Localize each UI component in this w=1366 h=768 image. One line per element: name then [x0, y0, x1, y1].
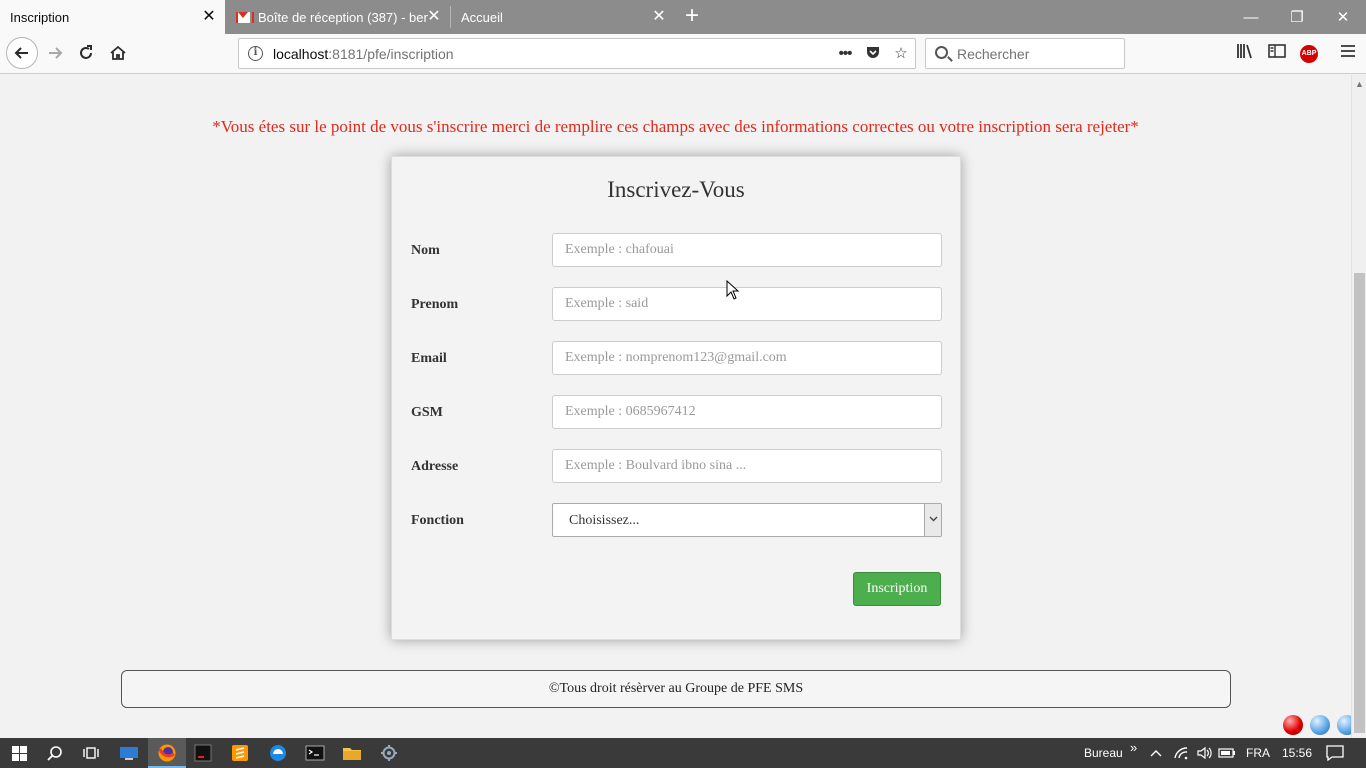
scroll-up-icon[interactable]: ▲ — [1355, 79, 1364, 89]
form-title: Inscrivez-Vous — [607, 177, 745, 202]
back-button[interactable] — [6, 37, 38, 69]
back-arrow-icon — [14, 47, 28, 59]
language-indicator[interactable]: FRA — [1246, 746, 1270, 760]
toolbar-expand-icon[interactable]: » — [1130, 740, 1137, 755]
tab-accueil[interactable]: Accueil ✕ — [451, 0, 675, 34]
tab-label: Accueil — [461, 9, 503, 25]
scroll-thumb[interactable] — [1354, 273, 1365, 733]
url-text: localhost:8181/pfe/inscription — [273, 46, 454, 62]
nom-input[interactable] — [552, 233, 942, 267]
bookmark-star-icon[interactable]: ☆ — [891, 44, 911, 64]
sidebar-icon[interactable] — [1266, 43, 1288, 65]
search-icon[interactable] — [44, 742, 66, 764]
battery-icon[interactable] — [1216, 742, 1238, 764]
wifi-icon[interactable] — [1170, 742, 1192, 764]
adresse-input[interactable] — [552, 449, 942, 483]
clock[interactable]: 15:56 — [1282, 746, 1312, 760]
url-path: :8181/pfe/inscription — [328, 46, 454, 62]
close-window-button[interactable]: ✕ — [1320, 0, 1366, 34]
tab-bar: Inscription ✕ Boîte de réception (387) -… — [0, 0, 1366, 34]
tab-inscription[interactable]: Inscription ✕ — [0, 0, 225, 34]
tab-label: Inscription — [10, 9, 70, 25]
windows-start-icon[interactable] — [8, 742, 30, 764]
desktop-toolbar-label[interactable]: Bureau — [1084, 746, 1123, 760]
close-tab-icon[interactable]: ✕ — [426, 9, 442, 25]
fonction-selected-value: Choisissez... — [569, 513, 640, 528]
menu-icon[interactable] — [1337, 43, 1359, 65]
gsm-label: GSM — [411, 405, 443, 420]
terminal-app-icon[interactable] — [192, 742, 214, 764]
forward-button[interactable] — [40, 38, 70, 68]
file-explorer-icon[interactable] — [341, 742, 363, 764]
blue-ball-icon — [1310, 715, 1330, 735]
tab-label: Boîte de réception (387) - benn — [258, 9, 428, 25]
close-tab-icon[interactable]: ✕ — [201, 9, 217, 25]
settings-gear-icon[interactable] — [378, 742, 400, 764]
prenom-label: Prenom — [411, 297, 459, 312]
warning-message: *Vous étes sur le point de vous s'inscri… — [212, 117, 1139, 136]
blue-ball-icon — [1337, 715, 1351, 735]
search-icon — [935, 46, 948, 59]
footer: ©Tous droit résèrver au Groupe de PFE SM… — [121, 670, 1231, 708]
task-view-icon[interactable] — [80, 742, 102, 764]
home-icon — [110, 45, 126, 60]
url-host: localhost — [273, 46, 329, 62]
search-bar[interactable] — [925, 38, 1125, 69]
email-label: Email — [411, 351, 447, 366]
fonction-label: Fonction — [411, 513, 464, 528]
page-actions-icon[interactable]: ••• — [835, 44, 855, 64]
reload-icon — [80, 45, 92, 59]
desktop-app-icon[interactable] — [118, 742, 140, 764]
tab-gmail[interactable]: Boîte de réception (387) - benn ✕ — [226, 0, 450, 34]
registration-form: Inscrivez-Vous Nom Prenom Email GSM Adre… — [391, 156, 961, 640]
new-tab-button[interactable]: + — [680, 4, 704, 29]
adblock-plus-icon[interactable]: ABP — [1300, 45, 1318, 63]
forward-arrow-icon — [49, 47, 63, 59]
url-bar[interactable]: i localhost:8181/pfe/inscription ••• ☆ — [238, 38, 916, 69]
pocket-icon[interactable] — [863, 44, 883, 64]
sublime-text-icon[interactable] — [229, 742, 251, 764]
gsm-input[interactable] — [552, 395, 942, 429]
mouse-cursor-icon — [726, 280, 740, 300]
red-ball-icon — [1283, 715, 1303, 735]
navigation-toolbar: i localhost:8181/pfe/inscription ••• ☆ A… — [0, 34, 1366, 74]
nom-label: Nom — [411, 243, 440, 258]
chevron-down-icon — [924, 504, 941, 536]
chevron-up-icon[interactable] — [1145, 742, 1167, 764]
minimize-button[interactable]: — — [1228, 0, 1274, 34]
email-input[interactable] — [552, 341, 942, 375]
reload-button[interactable] — [71, 38, 101, 68]
inscription-button[interactable]: Inscription — [853, 572, 941, 606]
close-tab-icon[interactable]: ✕ — [651, 9, 667, 25]
firefox-icon[interactable] — [156, 742, 178, 764]
prenom-input[interactable] — [552, 287, 942, 321]
home-button[interactable] — [103, 38, 133, 68]
page-content: *Vous étes sur le point de vous s'inscri… — [0, 75, 1351, 738]
vertical-scrollbar[interactable]: ▲ — [1351, 75, 1366, 738]
notifications-icon[interactable] — [1324, 742, 1346, 764]
info-icon[interactable]: i — [248, 46, 263, 61]
restore-button[interactable]: ❐ — [1274, 0, 1320, 34]
search-input[interactable] — [957, 45, 1117, 63]
library-icon[interactable] — [1234, 43, 1256, 65]
gmail-icon — [236, 11, 254, 23]
command-prompt-icon[interactable] — [304, 742, 326, 764]
windows-taskbar: Bureau » FRA 15:56 — [0, 738, 1366, 768]
fonction-select[interactable]: Choisissez... — [552, 503, 942, 537]
edge-icon[interactable] — [267, 742, 289, 764]
volume-icon[interactable] — [1193, 742, 1215, 764]
adresse-label: Adresse — [411, 459, 459, 474]
